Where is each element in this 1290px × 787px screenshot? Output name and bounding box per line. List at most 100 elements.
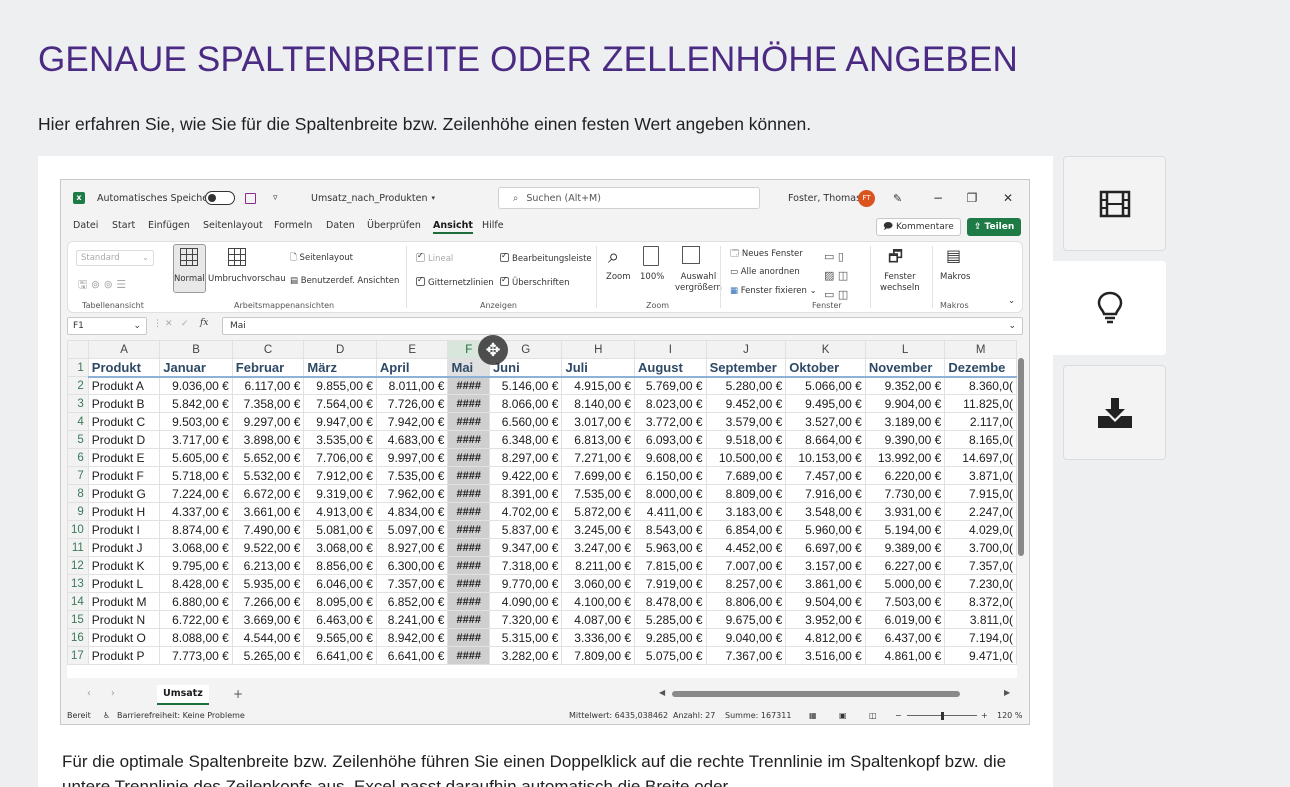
cell[interactable]: 3.516,00 € (785, 646, 866, 665)
search-input[interactable]: ⌕ Suchen (Alt+M) (498, 187, 760, 209)
window-small-icons[interactable]: ▭ ▯ ▨ ◫ ▭ ◫ (824, 247, 848, 304)
cell[interactable]: 9.565,00 € (303, 628, 377, 647)
cell[interactable]: 5.652,00 € (231, 448, 305, 467)
cell[interactable]: 11.825,0( (944, 394, 1017, 413)
cell[interactable]: 9.947,00 € (303, 412, 377, 431)
cell[interactable]: 9.347,00 € (488, 538, 563, 557)
cell[interactable]: 7.490,00 € (231, 520, 305, 539)
add-sheet-icon[interactable]: + (233, 687, 243, 701)
cell[interactable]: 8.664,00 € (785, 430, 866, 449)
cell[interactable]: 7.457,00 € (785, 466, 866, 485)
cell[interactable]: Produkt D (87, 430, 161, 449)
cell[interactable]: 3.952,00 € (785, 610, 866, 629)
bearbeitungsleiste-checkbox[interactable] (500, 251, 509, 262)
cell[interactable]: 8.095,00 € (303, 592, 377, 611)
cell[interactable]: Produkt M (87, 592, 161, 611)
cell[interactable]: #### (447, 466, 490, 485)
cell[interactable]: 6.046,00 € (303, 574, 377, 593)
cell[interactable]: 7.224,00 € (159, 484, 233, 503)
cell[interactable]: #### (447, 610, 490, 629)
zoom-in-icon[interactable]: + (981, 711, 988, 720)
cell[interactable]: 6.300,00 € (375, 556, 449, 575)
cell[interactable]: 5.935,00 € (231, 574, 305, 593)
close-icon[interactable]: ✕ (993, 191, 1023, 205)
cell[interactable]: 7.912,00 € (303, 466, 377, 485)
file-name[interactable]: Umsatz_nach_Produkten (311, 193, 428, 204)
cell[interactable]: April (375, 358, 449, 378)
cell[interactable]: 3.717,00 € (159, 430, 233, 449)
cell[interactable]: 6.019,00 € (864, 610, 946, 629)
fenster-fixieren-button[interactable]: Fenster fixieren (741, 286, 807, 296)
cell[interactable]: 7.318,00 € (488, 556, 563, 575)
cell[interactable]: 9.352,00 € (864, 376, 946, 395)
cell[interactable]: 5.837,00 € (488, 520, 563, 539)
row-header[interactable]: 17 (67, 646, 89, 665)
cell[interactable]: 9.422,00 € (488, 466, 563, 485)
minimize-icon[interactable]: − (923, 191, 953, 205)
cell[interactable]: März (303, 358, 377, 378)
cell[interactable]: 9.495,00 € (785, 394, 866, 413)
cell[interactable]: 5.872,00 € (561, 502, 636, 521)
tab-start[interactable]: Start (112, 220, 135, 231)
cell[interactable]: 7.320,00 € (488, 610, 563, 629)
zoom-out-icon[interactable]: − (895, 711, 902, 720)
cell[interactable]: 3.157,00 € (785, 556, 866, 575)
cell[interactable]: Produkt C (87, 412, 161, 431)
sheet-view-select[interactable]: Standard (81, 253, 120, 263)
cell[interactable]: 6.852,00 € (375, 592, 449, 611)
cell[interactable]: 5.960,00 € (785, 520, 866, 539)
cell[interactable]: 8.391,00 € (488, 484, 563, 503)
cell[interactable]: 9.036,00 € (159, 376, 233, 395)
cell[interactable]: 3.811,0( (944, 610, 1017, 629)
cell[interactable]: 5.769,00 € (634, 376, 707, 395)
cell[interactable]: 7.942,00 € (375, 412, 449, 431)
cell[interactable]: 10.500,00 € (705, 448, 787, 467)
cell[interactable]: 9.390,00 € (864, 430, 946, 449)
cell[interactable]: 6.722,00 € (159, 610, 233, 629)
cell[interactable]: 5.963,00 € (634, 538, 707, 557)
cell[interactable]: 7.916,00 € (785, 484, 866, 503)
cell[interactable]: 3.898,00 € (231, 430, 305, 449)
cell[interactable]: 4.100,00 € (561, 592, 636, 611)
row-header[interactable]: 8 (67, 484, 89, 503)
tab-datei[interactable]: Datei (73, 220, 98, 231)
side-tab-tips[interactable] (1053, 261, 1166, 355)
cell[interactable]: 3.060,00 € (561, 574, 636, 593)
cell[interactable]: 7.726,00 € (375, 394, 449, 413)
cell[interactable]: 10.153,00 € (785, 448, 866, 467)
vertical-scrollbar-thumb[interactable] (1018, 358, 1024, 556)
cell[interactable]: 9.389,00 € (864, 538, 946, 557)
column-header[interactable]: H (561, 340, 636, 359)
cell[interactable]: 8.809,00 € (705, 484, 787, 503)
kommentare-button[interactable]: 🗩 Kommentare (876, 218, 961, 236)
cell[interactable]: Produkt A (87, 376, 161, 395)
cell[interactable]: 9.855,00 € (303, 376, 377, 395)
cell[interactable]: 7.919,00 € (634, 574, 707, 593)
cell[interactable]: 8.856,00 € (303, 556, 377, 575)
cell[interactable]: 5.194,00 € (864, 520, 946, 539)
fenster-wechseln-button[interactable]: Fenster wechseln (880, 272, 920, 294)
cell[interactable]: 8.543,00 € (634, 520, 707, 539)
scroll-right-icon[interactable]: ▶ (1004, 688, 1010, 697)
row-header[interactable]: 10 (67, 520, 89, 539)
cell[interactable]: #### (447, 628, 490, 647)
cell[interactable]: 3.931,00 € (864, 502, 946, 521)
cell[interactable]: 8.806,00 € (705, 592, 787, 611)
cell[interactable]: Produkt E (87, 448, 161, 467)
cell[interactable]: 7.773,00 € (159, 646, 233, 665)
cell[interactable]: Produkt H (87, 502, 161, 521)
cell[interactable]: 5.842,00 € (159, 394, 233, 413)
cell[interactable]: 4.337,00 € (159, 502, 233, 521)
column-header[interactable]: M (944, 340, 1017, 359)
cell[interactable]: 3.189,00 € (864, 412, 946, 431)
column-header[interactable]: B (159, 340, 233, 359)
cell[interactable]: 7.230,0( (944, 574, 1017, 593)
cell[interactable]: 5.718,00 € (159, 466, 233, 485)
cell[interactable]: 3.245,00 € (561, 520, 636, 539)
row-header[interactable]: 3 (67, 394, 89, 413)
cell[interactable]: 3.871,0( (944, 466, 1017, 485)
cell[interactable]: #### (447, 502, 490, 521)
cell[interactable]: 4.812,00 € (785, 628, 866, 647)
row-header[interactable]: 5 (67, 430, 89, 449)
cell[interactable]: Juli (561, 358, 636, 378)
